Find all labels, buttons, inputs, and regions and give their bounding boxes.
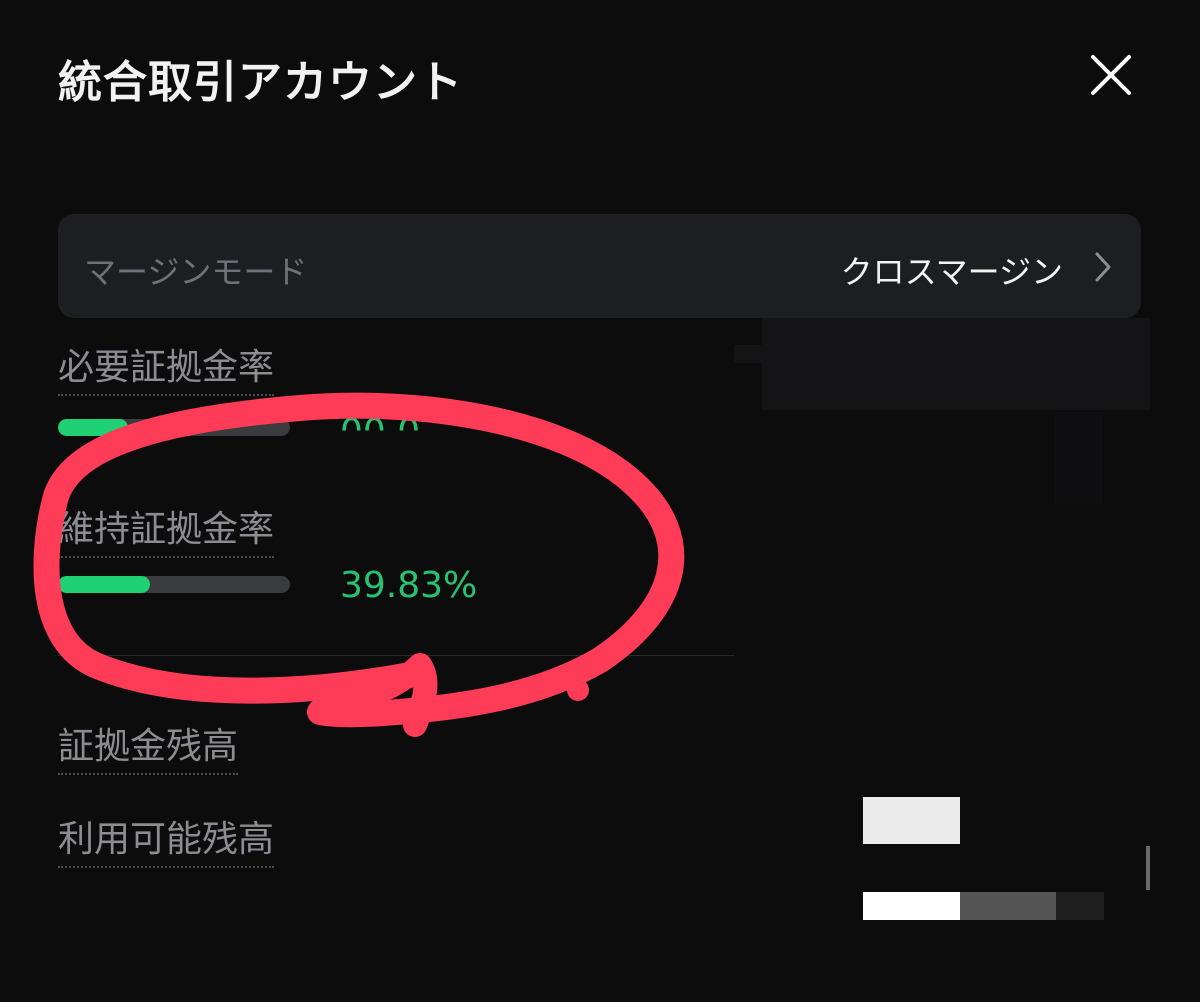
margin-mode-selector[interactable]: マージンモード クロスマージン <box>58 214 1141 318</box>
redacted-block <box>734 345 774 363</box>
maintenance-margin-value: 39.83% <box>340 565 478 606</box>
redacted-block <box>960 892 1056 920</box>
chevron-right-icon <box>1095 252 1111 282</box>
redacted-block <box>863 892 960 920</box>
margin-mode-label: マージンモード <box>84 253 308 291</box>
close-icon <box>1091 55 1131 95</box>
page-title: 統合取引アカウント <box>58 57 463 108</box>
initial-margin-bar <box>58 419 290 436</box>
margin-mode-value: クロスマージン <box>840 253 1063 291</box>
redacted-block <box>762 318 1150 410</box>
maintenance-margin-label[interactable]: 維持証拠金率 <box>58 500 275 558</box>
redacted-block <box>1056 892 1104 920</box>
divider <box>58 655 734 656</box>
initial-margin-bar-fill <box>58 419 128 436</box>
redacted-block <box>1146 846 1150 890</box>
close-button[interactable] <box>1083 47 1139 103</box>
available-balance-label[interactable]: 利用可能残高 <box>58 810 275 868</box>
maintenance-margin-bar <box>58 576 290 593</box>
initial-margin-value: 00.0 <box>340 412 421 453</box>
redacted-block <box>863 797 960 844</box>
maintenance-margin-bar-fill <box>58 576 151 593</box>
initial-margin-label[interactable]: 必要証拠金率 <box>58 338 275 396</box>
redacted-block <box>1055 412 1103 504</box>
margin-balance-label[interactable]: 証拠金残高 <box>58 717 239 775</box>
